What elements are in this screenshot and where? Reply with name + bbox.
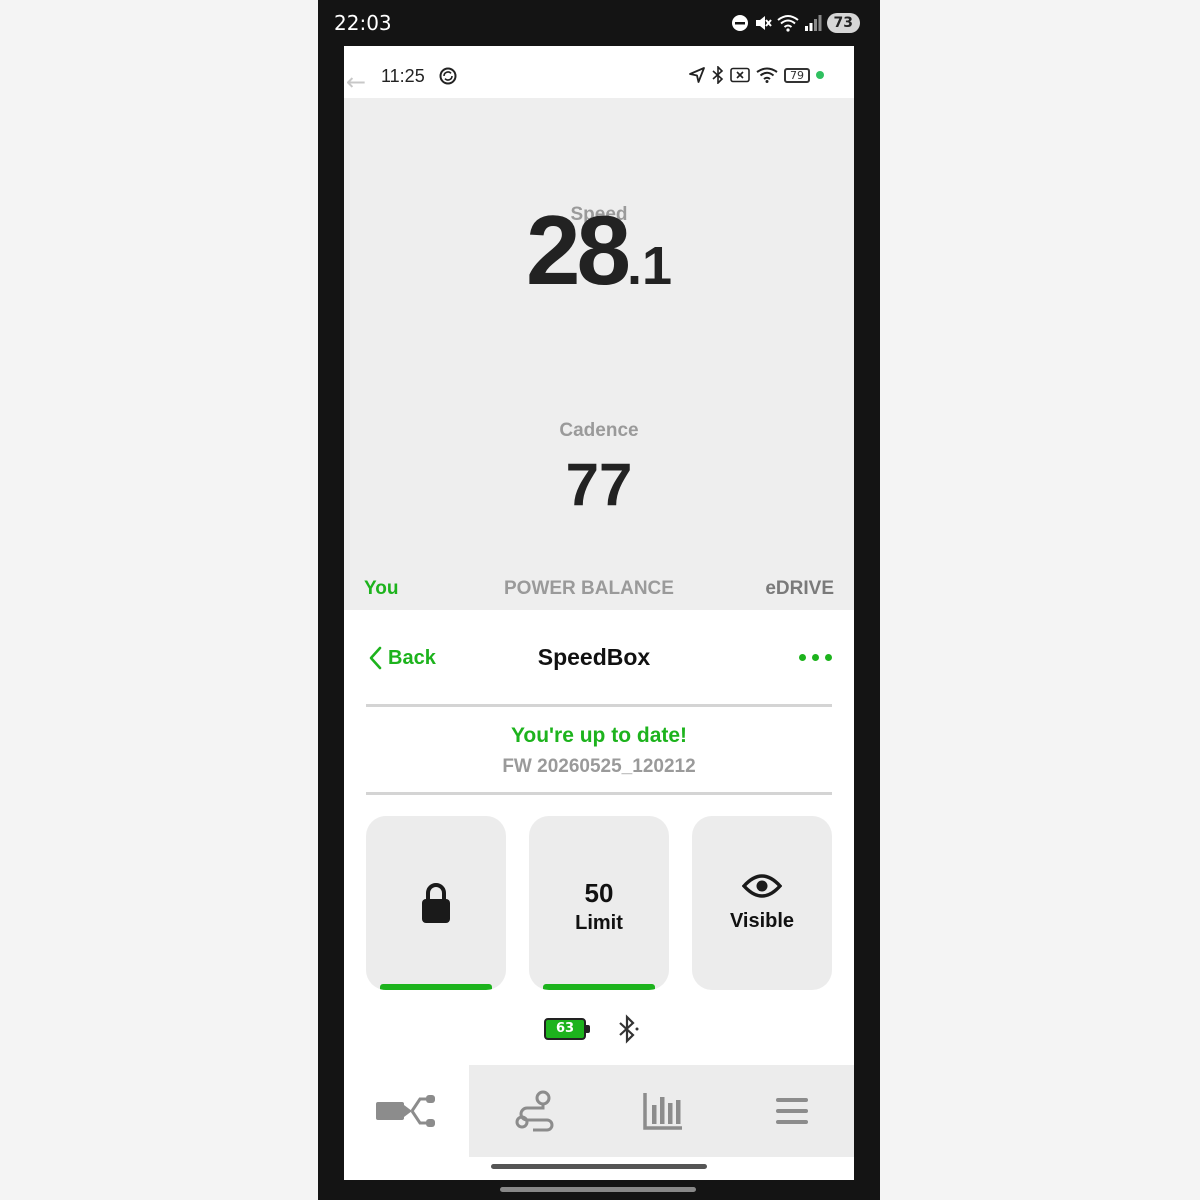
visibility-label: Visible <box>729 910 795 932</box>
device-battery-indicator: 63 <box>544 1018 590 1040</box>
system-battery-badge: 73 <box>826 13 860 33</box>
speed-value: 28.1 <box>344 194 854 307</box>
wifi-icon <box>756 67 778 83</box>
ride-tabs: You POWER BALANCE eDRIVE <box>364 578 834 608</box>
cell-signal-icon <box>804 15 822 31</box>
mirrored-battery-badge: 79 <box>784 67 810 83</box>
speed-decimal: .1 <box>626 236 673 296</box>
wifi-icon <box>776 15 799 32</box>
system-status-bar: 22:03 73 <box>318 0 880 46</box>
lock-icon <box>422 883 450 923</box>
back-arrow-icon[interactable]: ← <box>346 70 366 94</box>
divider-top <box>366 704 832 707</box>
system-clock: 22:03 <box>334 11 392 35</box>
system-gesture-bar[interactable] <box>500 1187 696 1192</box>
route-icon <box>515 1090 554 1132</box>
do-not-disturb-icon <box>731 15 748 31</box>
mirrored-clock: 11:25 <box>381 66 425 86</box>
nav-tab-routes[interactable] <box>472 1065 597 1157</box>
lock-card[interactable] <box>366 816 506 990</box>
page-title: SpeedBox <box>537 644 651 670</box>
speed-integer: 28 <box>525 195 631 305</box>
app-home-indicator[interactable] <box>491 1164 707 1169</box>
divider-bottom <box>366 792 832 795</box>
cadence-label: Cadence <box>559 420 639 441</box>
stats-icon <box>643 1093 683 1130</box>
more-options-icon[interactable] <box>799 654 832 661</box>
menu-icon <box>775 1098 808 1124</box>
speed-limit-value: 50 <box>584 878 614 908</box>
cadence-value: 77 <box>565 451 633 518</box>
tab-power-balance[interactable]: POWER BALANCE <box>504 578 674 600</box>
active-indicator-dot <box>816 71 824 79</box>
mute-icon <box>755 16 772 30</box>
nav-tab-stats[interactable] <box>601 1065 726 1157</box>
lock-active-bar <box>380 984 492 990</box>
visibility-card[interactable]: Visible <box>692 816 832 990</box>
tab-you[interactable]: You <box>364 578 398 600</box>
tab-edrive[interactable]: eDRIVE <box>765 578 834 600</box>
bluetooth-icon <box>619 1014 639 1044</box>
mirrored-status-icons: 79 <box>688 66 824 84</box>
speed-limit-card[interactable]: 50 Limit <box>529 816 669 990</box>
update-status-title: You're up to date! <box>510 724 688 747</box>
app-screen: ← 11:25 79 Speed 28.1 Cadence 77 You POW… <box>344 46 854 1180</box>
location-arrow-icon <box>689 67 705 83</box>
bluetooth-icon <box>712 66 724 84</box>
limit-active-bar <box>543 984 655 990</box>
eye-icon <box>742 874 782 898</box>
nav-tab-menu[interactable] <box>729 1065 854 1157</box>
mirrored-status-bar: ← 11:25 79 <box>344 46 854 98</box>
nav-tab-devices[interactable] <box>344 1065 469 1157</box>
sync-icon <box>439 67 457 85</box>
device-panel: Back SpeedBox You're up to date! FW 2026… <box>344 610 854 1065</box>
bottom-navigation <box>344 1065 854 1157</box>
phone-frame: 22:03 73 ← 11:25 79 Speed 28.1 Cadence 7… <box>318 0 880 1200</box>
firmware-version: FW 20260525_120212 <box>502 756 696 777</box>
no-sim-icon <box>730 67 750 83</box>
system-status-icons: 73 <box>731 10 860 36</box>
speed-limit-label: Limit <box>575 912 623 934</box>
ride-data-panel: Speed 28.1 Cadence 77 You POWER BALANCE … <box>344 98 854 668</box>
device-status-row: 63 <box>544 1014 640 1044</box>
device-connect-icon <box>376 1095 436 1127</box>
